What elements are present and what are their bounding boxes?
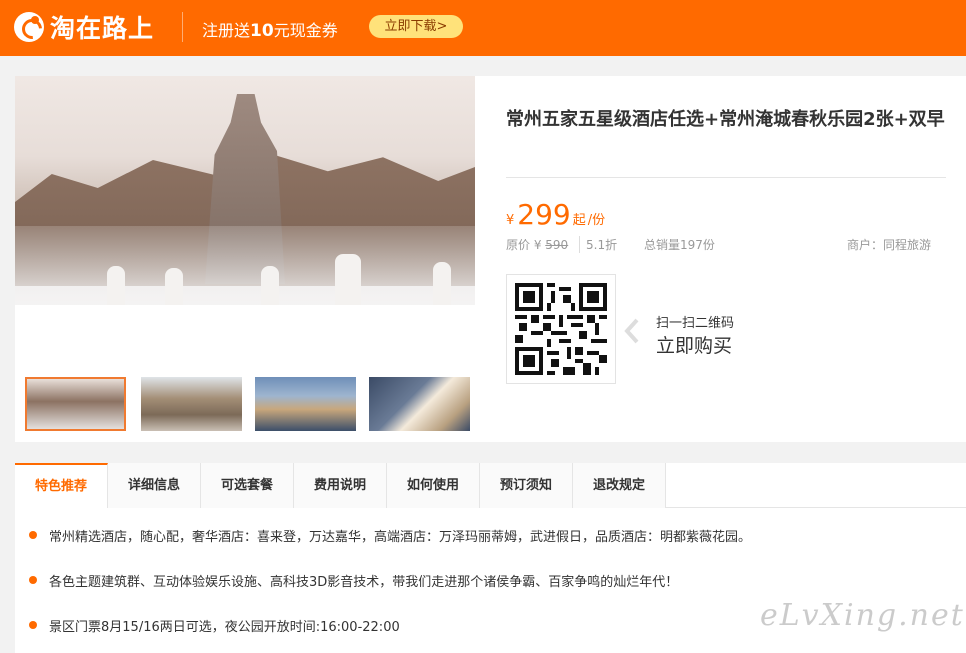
discount: 5.1折	[579, 236, 617, 253]
tab-costs[interactable]: 费用说明	[294, 463, 387, 508]
buy-now-hint: 立即购买	[656, 335, 733, 357]
scan-hint: 扫一扫二维码	[656, 316, 735, 331]
tab-details[interactable]: 详细信息	[108, 463, 201, 508]
price-unit: /份	[587, 213, 606, 228]
detail-tabs: 特色推荐 详细信息 可选套餐 费用说明 如何使用 预订须知 退改规定	[15, 463, 966, 508]
photo-figure	[107, 266, 125, 305]
chevron-left-icon	[624, 318, 639, 344]
qr-code-icon	[515, 283, 607, 375]
product-panel: 常州五家五星级酒店任选+常州淹城春秋乐园2张+双早 ¥ 299 起 /份 原价 …	[15, 76, 966, 442]
thumbnail-2[interactable]	[141, 377, 242, 431]
photo-figure	[335, 254, 361, 305]
logo-icon	[14, 12, 44, 42]
product-title: 常州五家五星级酒店任选+常州淹城春秋乐园2张+双早	[506, 109, 945, 130]
merchant[interactable]: 商户：同程旅游	[847, 236, 931, 253]
watermark: eLvXing.net	[760, 598, 965, 633]
download-button[interactable]: 立即下载>	[369, 15, 463, 38]
title-divider	[506, 177, 946, 178]
photo-figure	[261, 266, 279, 305]
tab-featured[interactable]: 特色推荐	[15, 463, 108, 508]
tab-refund-policy[interactable]: 退改规定	[573, 463, 666, 508]
qr-code	[506, 274, 616, 384]
feature-item: 常州精选酒店，随心配，奢华酒店：喜来登，万达嘉华，高端酒店：万泽玛丽蒂姆，武进假…	[28, 526, 751, 545]
total-sales: 总销量197份	[644, 238, 715, 252]
price: ¥ 299 起 /份	[506, 198, 605, 231]
promo-suffix: 元现金券	[273, 21, 338, 40]
tab-booking-notes[interactable]: 预订须知	[480, 463, 573, 508]
top-bar: 淘在路上 注册送10元现金券 立即下载>	[0, 0, 966, 56]
thumbnail-4[interactable]	[369, 377, 470, 431]
tab-packages[interactable]: 可选套餐	[201, 463, 294, 508]
original-label: 原价 ¥	[506, 238, 542, 252]
feature-item: 景区门票8月15/16两日可选，夜公园开放时间:16:00-22:00	[29, 616, 400, 635]
header-divider	[182, 12, 183, 42]
photo-figure	[165, 268, 183, 305]
main-product-photo[interactable]	[15, 76, 475, 305]
tab-how-to-use[interactable]: 如何使用	[387, 463, 480, 508]
register-promo: 注册送10元现金券	[202, 17, 338, 41]
logo-text: 淘在路上	[50, 14, 155, 43]
feature-item: 各色主题建筑群、互动体验娱乐设施、高科技3D影音技术，带我们走进那个诸侯争霸、百…	[28, 571, 678, 590]
price-suffix: 起	[572, 213, 586, 228]
price-value: 299	[517, 198, 571, 231]
original-price: 原价 ¥ 590	[506, 236, 568, 253]
promo-prefix: 注册送	[202, 21, 251, 40]
thumbnail-1[interactable]	[25, 377, 126, 431]
original-value: 590	[545, 238, 569, 252]
logo[interactable]: 淘在路上	[14, 10, 154, 44]
photo-figure	[433, 262, 451, 305]
photo-fog	[15, 226, 475, 305]
price-currency: ¥	[506, 213, 515, 228]
promo-amount: 10	[250, 21, 274, 41]
thumbnail-strip	[25, 377, 475, 432]
thumbnail-3[interactable]	[255, 377, 356, 431]
